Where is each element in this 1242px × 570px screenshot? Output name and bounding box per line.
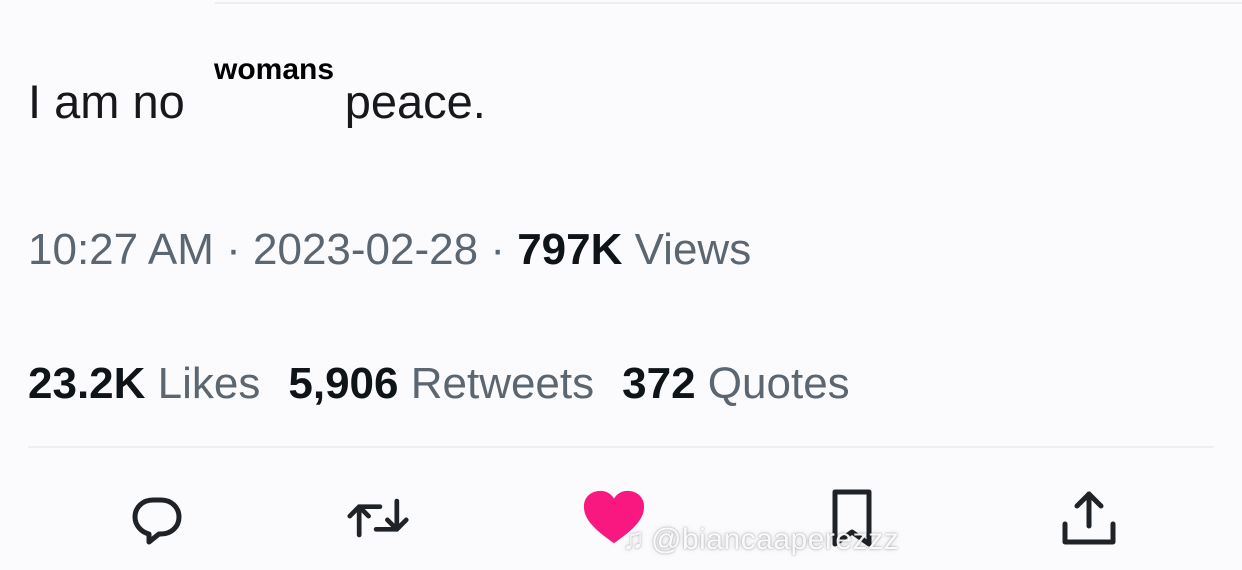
- tiktok-watermark: ♫ @biancaaperezzz: [622, 522, 899, 558]
- overlay-caption: womans: [214, 53, 335, 86]
- retweets-count: 5,906: [288, 359, 399, 408]
- tweet-text-before: I am no: [28, 75, 185, 128]
- tweet-stats: 23.2K Likes 5,906 Retweets 372 Quotes: [28, 356, 878, 412]
- tweet-meta: 10:27 AM · 2023-02-28 · 797K Views: [28, 222, 751, 278]
- retweets-stat[interactable]: 5,906 Retweets: [288, 359, 594, 408]
- tiktok-icon: ♫: [622, 523, 645, 556]
- tweet-date[interactable]: 2023-02-28: [253, 225, 478, 274]
- watermark-handle: @biancaaperezzz: [651, 523, 900, 556]
- tweet-time[interactable]: 10:27 AM: [28, 225, 214, 274]
- share-button[interactable]: [1057, 486, 1121, 550]
- retweet-button[interactable]: [346, 486, 410, 550]
- views-label: Views: [634, 225, 752, 274]
- tweet-text-after: peace.: [344, 75, 486, 128]
- views-count: 797K: [517, 225, 623, 274]
- quotes-stat[interactable]: 372 Quotes: [622, 359, 850, 408]
- reply-button[interactable]: [125, 486, 189, 550]
- quotes-count: 372: [622, 359, 696, 408]
- top-border: [215, 2, 1242, 4]
- divider: [28, 446, 1214, 448]
- likes-label: Likes: [157, 359, 261, 408]
- quotes-label: Quotes: [707, 359, 850, 408]
- meta-separator: ·: [213, 225, 254, 274]
- meta-separator: ·: [478, 225, 518, 274]
- retweet-icon: [347, 498, 409, 538]
- share-icon: [1062, 491, 1116, 545]
- likes-stat[interactable]: 23.2K Likes: [28, 359, 260, 408]
- reply-icon: [132, 497, 182, 545]
- retweets-label: Retweets: [410, 359, 595, 408]
- likes-count: 23.2K: [28, 359, 146, 408]
